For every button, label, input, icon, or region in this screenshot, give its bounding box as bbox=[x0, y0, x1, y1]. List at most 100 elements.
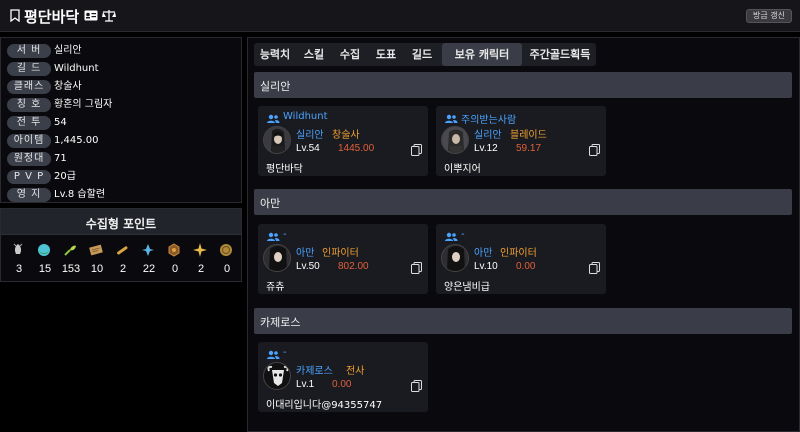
info-value: 1,445.00 bbox=[54, 135, 99, 146]
copy-icon[interactable] bbox=[411, 380, 422, 392]
users-icon bbox=[445, 114, 458, 123]
character-level: Lv.10 bbox=[474, 261, 498, 272]
character-card[interactable]: - 아만 인파이터 Lv.50 802.00 쥬츄 bbox=[258, 224, 428, 294]
collectible-item[interactable]: 2 bbox=[112, 241, 134, 281]
character-level: Lv.54 bbox=[296, 143, 320, 154]
character-card[interactable]: 주의받는사람 실리안 블레이드 Lv.12 59.17 이뿌지어 bbox=[436, 106, 606, 176]
character-avatar bbox=[263, 126, 291, 154]
users-icon bbox=[267, 114, 280, 123]
character-item-level: 0.00 bbox=[332, 379, 352, 390]
tab-chart[interactable]: 도표 bbox=[368, 43, 404, 66]
collectible-item[interactable]: 2 bbox=[190, 241, 212, 281]
info-label: 칭 호 bbox=[7, 98, 51, 112]
collectible-item[interactable]: 22 bbox=[138, 241, 160, 281]
character-guild: - bbox=[461, 229, 465, 240]
info-value: 54 bbox=[54, 117, 67, 128]
art-icon bbox=[89, 244, 103, 256]
info-value: 창술사 bbox=[54, 81, 82, 92]
info-label: 서 버 bbox=[7, 44, 51, 58]
character-name: 이뿌지어 bbox=[444, 164, 481, 175]
character-item-level: 59.17 bbox=[516, 143, 542, 154]
collectible-item[interactable]: 0 bbox=[164, 241, 186, 281]
info-value: Lv.8 습할련 bbox=[54, 189, 106, 200]
character-server: 카제로스 bbox=[296, 366, 333, 377]
info-label: 길 드 bbox=[7, 62, 51, 76]
copy-icon[interactable] bbox=[589, 144, 600, 156]
character-name: 평단바닥 bbox=[266, 164, 303, 175]
character-guild: Wildhunt bbox=[283, 111, 328, 122]
collectibles-header: 수집형 포인트 bbox=[1, 209, 241, 235]
voyage-record-icon bbox=[117, 246, 128, 255]
users-icon bbox=[267, 232, 280, 241]
character-item-level: 1445.00 bbox=[338, 143, 375, 154]
character-avatar bbox=[441, 244, 469, 272]
character-class: 인파이터 bbox=[322, 248, 359, 259]
world-tree-leaf-icon bbox=[142, 244, 154, 256]
info-value: Wildhunt bbox=[54, 63, 99, 74]
copy-icon[interactable] bbox=[411, 262, 422, 274]
server-group-header: 아만 bbox=[254, 189, 792, 215]
character-item-level: 0.00 bbox=[516, 261, 536, 272]
top-bar: 평단바닥 방금 갱신 bbox=[0, 0, 800, 32]
tab-guild[interactable]: 길드 bbox=[404, 43, 440, 66]
character-item-level: 802.00 bbox=[338, 261, 369, 272]
info-value: 실리안 bbox=[54, 45, 82, 56]
character-server: 아만 bbox=[474, 248, 493, 259]
tab-weekly-gold[interactable]: 주간골드획득 bbox=[524, 43, 596, 66]
character-name: 이대리입니다@94355747 bbox=[266, 400, 383, 411]
server-group-name: 아만 bbox=[260, 197, 281, 210]
info-label: 클래스 bbox=[7, 80, 51, 94]
character-title: 평단바닥 bbox=[24, 8, 80, 26]
character-guild: - bbox=[283, 229, 287, 240]
sea-bounty-icon bbox=[220, 244, 232, 256]
copy-icon[interactable] bbox=[411, 144, 422, 156]
character-class: 인파이터 bbox=[500, 248, 537, 259]
server-group-header: 카제로스 bbox=[254, 308, 792, 334]
character-avatar bbox=[263, 362, 291, 390]
users-icon bbox=[445, 232, 458, 241]
server-group-name: 실리안 bbox=[260, 80, 291, 93]
main-panel: 능력치 스킬 수집 도표 길드 보유 캐릭터 주간골드획득 실리안 Wildhu… bbox=[247, 37, 800, 432]
info-value: 71 bbox=[54, 153, 67, 164]
character-server: 실리안 bbox=[474, 130, 502, 141]
orpheus-star-icon bbox=[193, 243, 207, 257]
character-name: 양은냄비급 bbox=[444, 282, 490, 293]
character-info-panel: 서 버 실리안 길 드 Wildhunt 클래스 창술사 칭 호 황혼의 그림자… bbox=[0, 37, 242, 203]
collectible-item[interactable]: 153 bbox=[60, 241, 82, 281]
balance-scale-icon[interactable] bbox=[102, 9, 116, 22]
collectible-count: 0 bbox=[223, 263, 231, 275]
character-level: Lv.50 bbox=[296, 261, 320, 272]
info-value: 황혼의 그림자 bbox=[54, 99, 113, 110]
collectible-item[interactable]: 0 bbox=[216, 241, 238, 281]
character-level: Lv.1 bbox=[296, 379, 315, 390]
character-guild: 주의받는사람 bbox=[461, 115, 517, 126]
copy-icon[interactable] bbox=[589, 262, 600, 274]
id-card-icon[interactable] bbox=[84, 10, 98, 21]
character-card[interactable]: - 카제로스 전사 Lv.1 0.00 이대리입니다@94355747 bbox=[258, 342, 428, 412]
info-label: 아이템 bbox=[7, 134, 51, 148]
character-server: 아만 bbox=[296, 248, 315, 259]
info-label: 전 투 bbox=[7, 116, 51, 130]
info-value: 20급 bbox=[54, 171, 76, 182]
tab-skills[interactable]: 스킬 bbox=[296, 43, 332, 66]
server-group-name: 카제로스 bbox=[260, 316, 301, 329]
collectible-item[interactable]: 3 bbox=[8, 241, 30, 281]
bookmark-icon[interactable] bbox=[10, 9, 20, 22]
tab-stats[interactable]: 능력치 bbox=[254, 43, 296, 66]
tab-collection[interactable]: 수집 bbox=[332, 43, 368, 66]
refresh-button[interactable]: 방금 갱신 bbox=[746, 9, 792, 23]
character-guild: - bbox=[283, 347, 287, 358]
island-heart-icon bbox=[38, 244, 50, 256]
character-class: 블레이드 bbox=[510, 130, 547, 141]
giant-heart-icon bbox=[64, 245, 76, 256]
character-card[interactable]: Wildhunt 실리안 창술사 Lv.54 1445.00 평단바닥 bbox=[258, 106, 428, 176]
users-icon bbox=[267, 350, 280, 359]
character-name: 쥬츄 bbox=[266, 282, 285, 293]
character-card[interactable]: - 아만 인파이터 Lv.10 0.00 양은냄비급 bbox=[436, 224, 606, 294]
info-label: 원정대 bbox=[7, 152, 51, 166]
collectible-item[interactable]: 10 bbox=[86, 241, 108, 281]
character-class: 전사 bbox=[346, 366, 365, 377]
server-group-header: 실리안 bbox=[254, 72, 792, 98]
collectible-item[interactable]: 15 bbox=[34, 241, 56, 281]
tab-owned-characters[interactable]: 보유 캐릭터 bbox=[442, 43, 522, 66]
